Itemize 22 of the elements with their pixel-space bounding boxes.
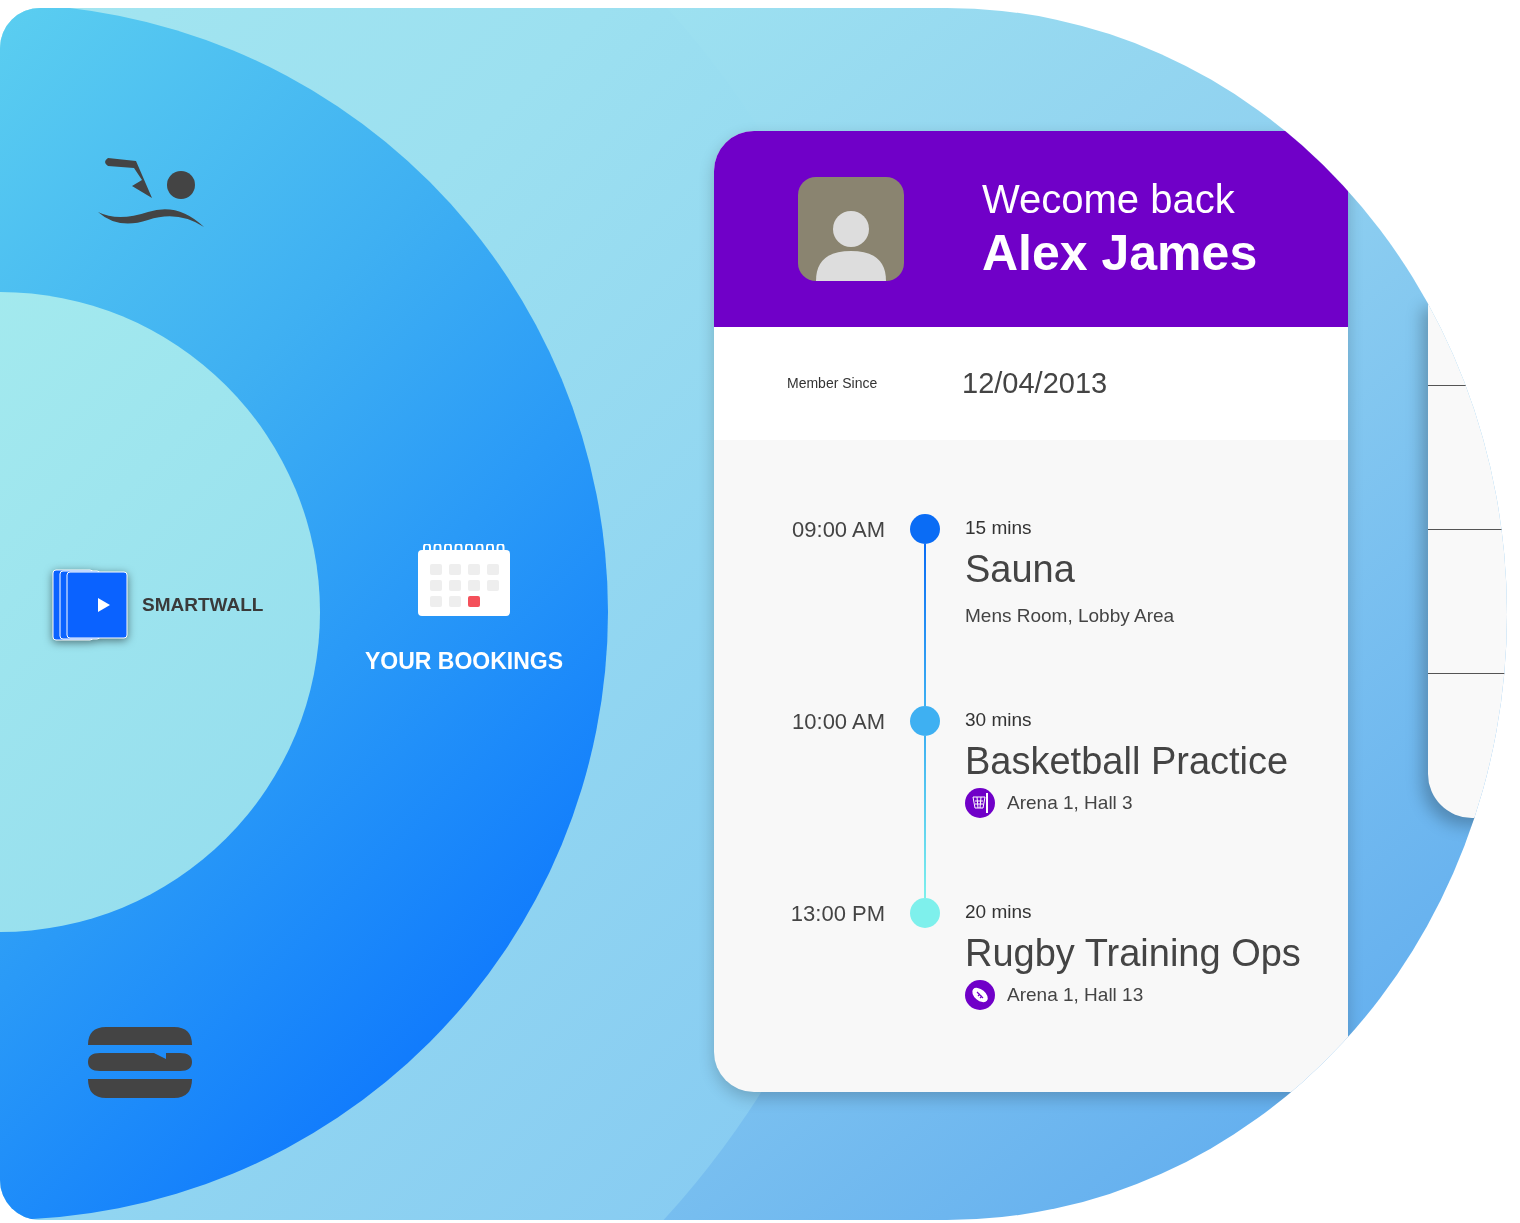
booking-time: 13:00 PM: [790, 900, 885, 928]
booking-title[interactable]: Rugby Training Ops: [965, 930, 1301, 976]
member-since-date: 12/04/2013: [962, 365, 1108, 401]
booking-location: Mens Room, Lobby Area: [965, 604, 1175, 628]
member-since-label: Member Since: [787, 374, 879, 393]
booking-duration: 30 mins: [965, 708, 1033, 732]
video-stack-icon: [52, 568, 128, 642]
user-name: Alex James: [982, 224, 1258, 283]
booking-location: Arena 1, Hall 3: [1007, 790, 1133, 815]
menu-label[interactable]: SMARTWALL: [142, 590, 264, 620]
booking-duration: 20 mins: [965, 900, 1033, 924]
rugby-ball-icon: [965, 980, 995, 1010]
booking-duration: 15 mins: [965, 516, 1033, 540]
calendar-icon[interactable]: [418, 544, 510, 616]
burger-icon[interactable]: [88, 1027, 192, 1098]
greeting-text: Wecome back: [982, 176, 1236, 223]
basketball-hoop-icon: [965, 788, 995, 818]
booking-title[interactable]: Sauna: [965, 546, 1175, 592]
booking-title[interactable]: Basketball Practice: [965, 738, 1289, 784]
booking-location: Arena 1, Hall 13: [1007, 982, 1144, 1007]
booking-time: 10:00 AM: [792, 708, 885, 736]
booking-time: 09:00 AM: [792, 516, 885, 544]
